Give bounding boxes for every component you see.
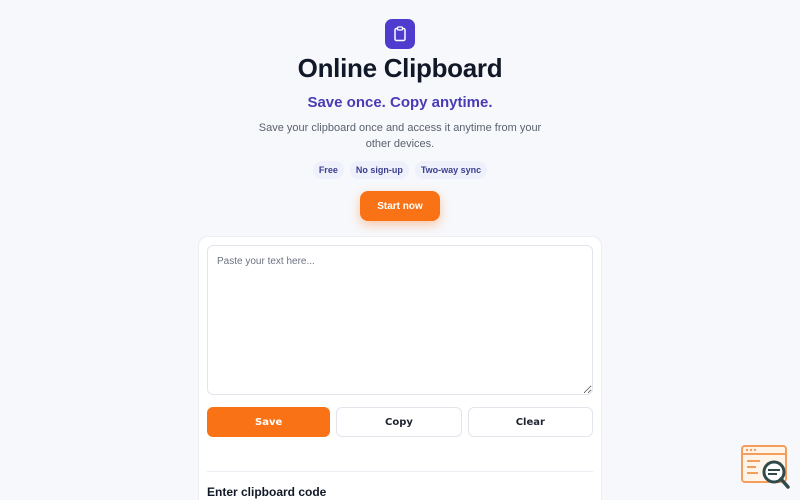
search-browser-icon[interactable] [740, 443, 792, 491]
save-button[interactable]: Save [207, 407, 331, 437]
clipboard-text-input[interactable] [207, 245, 593, 395]
badge-two-way-sync: Two-way sync [414, 161, 488, 179]
clipboard-icon [385, 19, 415, 49]
divider [207, 471, 593, 472]
subtitle: Save your clipboard once and access it a… [258, 122, 542, 150]
badge-free: Free [312, 161, 344, 179]
page: Online Clipboard Save once. Copy anytime… [0, 0, 800, 500]
start-now-button[interactable]: Start now [360, 191, 440, 221]
clipboard-card: Save Copy Clear Enter clipboard code [198, 236, 602, 500]
copy-button[interactable]: Copy [336, 407, 462, 437]
feature-badges: Free No sign-up Two-way sync [0, 161, 800, 179]
tagline: Save once. Copy anytime. [307, 94, 493, 111]
clipboard-code-heading: Enter clipboard code [207, 485, 327, 499]
clear-button[interactable]: Clear [467, 407, 593, 437]
page-title: Online Clipboard [297, 53, 503, 83]
badge-no-signup: No sign-up [349, 161, 409, 179]
action-buttons: Save Copy Clear [207, 407, 593, 437]
